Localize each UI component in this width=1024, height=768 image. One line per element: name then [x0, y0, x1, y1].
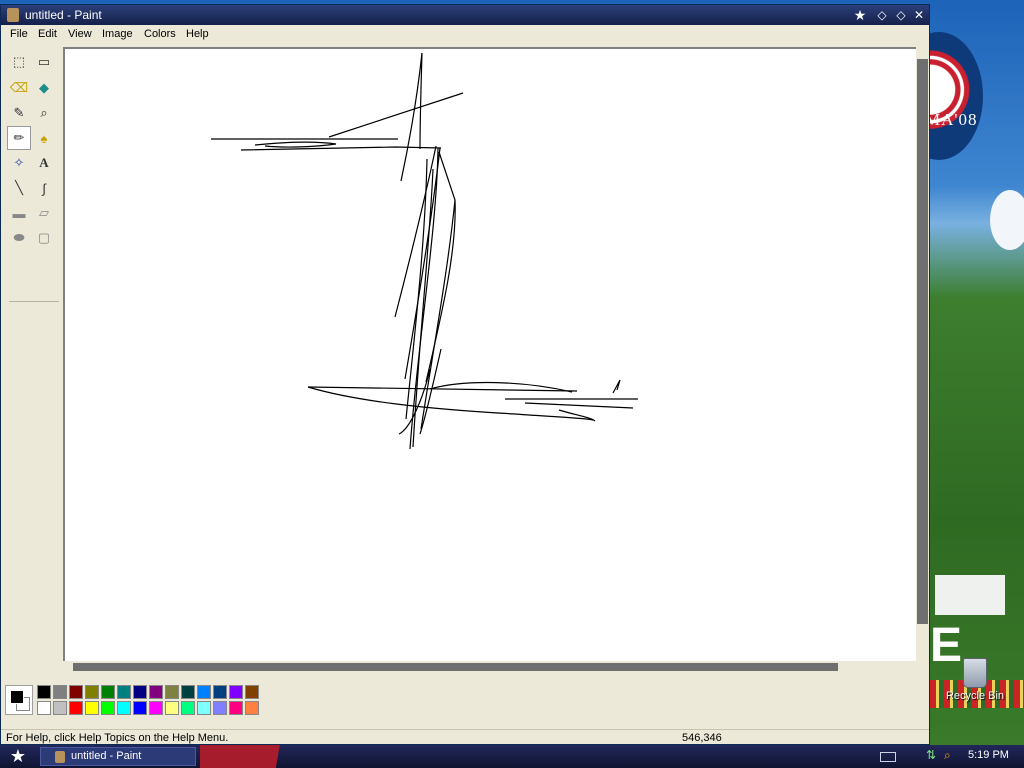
palette-swatches [37, 685, 259, 715]
polygon-icon[interactable]: ▱ [33, 202, 55, 224]
color-swatch[interactable] [133, 701, 147, 715]
color-swatch[interactable] [165, 685, 179, 699]
white-house [935, 575, 1005, 615]
color-swatch[interactable] [213, 685, 227, 699]
minimize-icon[interactable]: ◇ [875, 8, 889, 22]
horizontal-scroll-thumb[interactable] [73, 663, 838, 671]
pencil-icon[interactable]: ✏ [7, 126, 31, 150]
paint-window: untitled - Paint ★ ◇ ◇ ✕ File Edit View … [0, 4, 930, 745]
paint-app-icon [7, 8, 19, 22]
vertical-scrollbar[interactable] [916, 47, 929, 667]
color-swatch[interactable] [149, 701, 163, 715]
window-title: untitled - Paint [25, 8, 102, 22]
toolbox: ⬚ ▭ ⌫ ◆ ✎ ⌕ ✏ ♠ ✧ A ╲ ∫ ▬ ▱ ⬬ ▢ [5, 49, 59, 302]
select-icon[interactable]: ▭ [33, 51, 55, 73]
color-swatch[interactable] [229, 685, 243, 699]
magnifier-icon[interactable]: ⌕ [33, 102, 55, 124]
menu-file[interactable]: File [10, 28, 28, 40]
color-swatch[interactable] [53, 701, 67, 715]
rounded-rectangle-icon[interactable]: ▢ [33, 227, 55, 249]
menu-bar: File Edit View Image Colors Help [1, 25, 929, 45]
paint-taskbar-icon [55, 751, 65, 763]
clock[interactable]: 5:19 PM [968, 749, 1009, 761]
start-button[interactable]: ★ [4, 746, 32, 767]
taskbar-button-label: untitled - Paint [71, 750, 142, 762]
title-bar[interactable]: untitled - Paint ★ ◇ ◇ ✕ [1, 5, 929, 25]
canvas-area [63, 47, 916, 664]
star-icon[interactable]: ★ [853, 8, 867, 22]
menu-view[interactable]: View [68, 28, 92, 40]
color-swatch[interactable] [165, 701, 179, 715]
drawing-canvas[interactable] [65, 49, 916, 661]
color-swatch[interactable] [181, 701, 195, 715]
taskbar: ★ untitled - Paint ⇅ ⌕ 5:19 PM [0, 745, 1024, 768]
maximize-icon[interactable]: ◇ [894, 8, 908, 22]
menu-help[interactable]: Help [186, 28, 209, 40]
color-swatch[interactable] [213, 701, 227, 715]
color-swatch[interactable] [37, 685, 51, 699]
color-swatch[interactable] [245, 685, 259, 699]
rectangle-icon[interactable]: ▬ [8, 202, 30, 224]
cloud [990, 190, 1024, 250]
taskbar-button-paint[interactable]: untitled - Paint [40, 747, 196, 766]
color-swatch[interactable] [133, 685, 147, 699]
color-swatch[interactable] [197, 701, 211, 715]
foreground-color [10, 690, 24, 704]
pick-color-icon[interactable]: ✎ [8, 102, 30, 124]
color-swatch[interactable] [69, 701, 83, 715]
airbrush-icon[interactable]: ✧ [8, 152, 30, 174]
keyboard-icon[interactable] [880, 752, 896, 762]
color-swatch[interactable] [101, 685, 115, 699]
vertical-scroll-thumb[interactable] [917, 59, 928, 624]
color-swatch[interactable] [101, 701, 115, 715]
color-swatch[interactable] [245, 701, 259, 715]
drawing-strokes [211, 52, 638, 450]
campaign-logo-text: MA'08 [925, 110, 978, 129]
color-swatch[interactable] [53, 685, 67, 699]
status-bar: For Help, click Help Topics on the Help … [1, 729, 929, 746]
color-swatch[interactable] [181, 685, 195, 699]
current-colors[interactable] [5, 685, 33, 715]
tool-options-box[interactable] [9, 301, 59, 304]
color-swatch[interactable] [69, 685, 83, 699]
color-swatch[interactable] [229, 701, 243, 715]
status-help-text: For Help, click Help Topics on the Help … [6, 732, 229, 744]
color-swatch[interactable] [85, 685, 99, 699]
color-swatch[interactable] [37, 701, 51, 715]
text-icon[interactable]: A [33, 152, 55, 174]
curve-icon[interactable]: ∫ [33, 177, 55, 199]
cursor-coordinates: 546,346 [682, 732, 722, 744]
line-icon[interactable]: ╲ [8, 177, 30, 199]
menu-colors[interactable]: Colors [144, 28, 176, 40]
color-swatch[interactable] [117, 701, 131, 715]
eraser-icon[interactable]: ⌫ [8, 77, 30, 99]
close-icon[interactable]: ✕ [912, 8, 926, 22]
network-icon[interactable]: ⇅ [926, 748, 936, 762]
horizontal-scrollbar[interactable] [63, 661, 916, 673]
recycle-bin-label: Recycle Bin [945, 690, 1005, 702]
color-swatch[interactable] [197, 685, 211, 699]
recycle-bin[interactable]: Recycle Bin [945, 658, 1005, 702]
menu-image[interactable]: Image [102, 28, 133, 40]
recycle-bin-icon [963, 658, 987, 688]
ellipse-icon[interactable]: ⬬ [8, 227, 30, 249]
brush-icon[interactable]: ♠ [33, 127, 55, 149]
menu-edit[interactable]: Edit [38, 28, 57, 40]
color-swatch[interactable] [149, 685, 163, 699]
color-swatch[interactable] [85, 701, 99, 715]
free-form-select-icon[interactable]: ⬚ [8, 51, 30, 73]
fill-with-color-icon[interactable]: ◆ [33, 77, 55, 99]
taskbar-flag-decoration [200, 745, 310, 768]
color-palette [5, 680, 265, 718]
color-swatch[interactable] [117, 685, 131, 699]
search-icon[interactable]: ⌕ [944, 748, 951, 763]
